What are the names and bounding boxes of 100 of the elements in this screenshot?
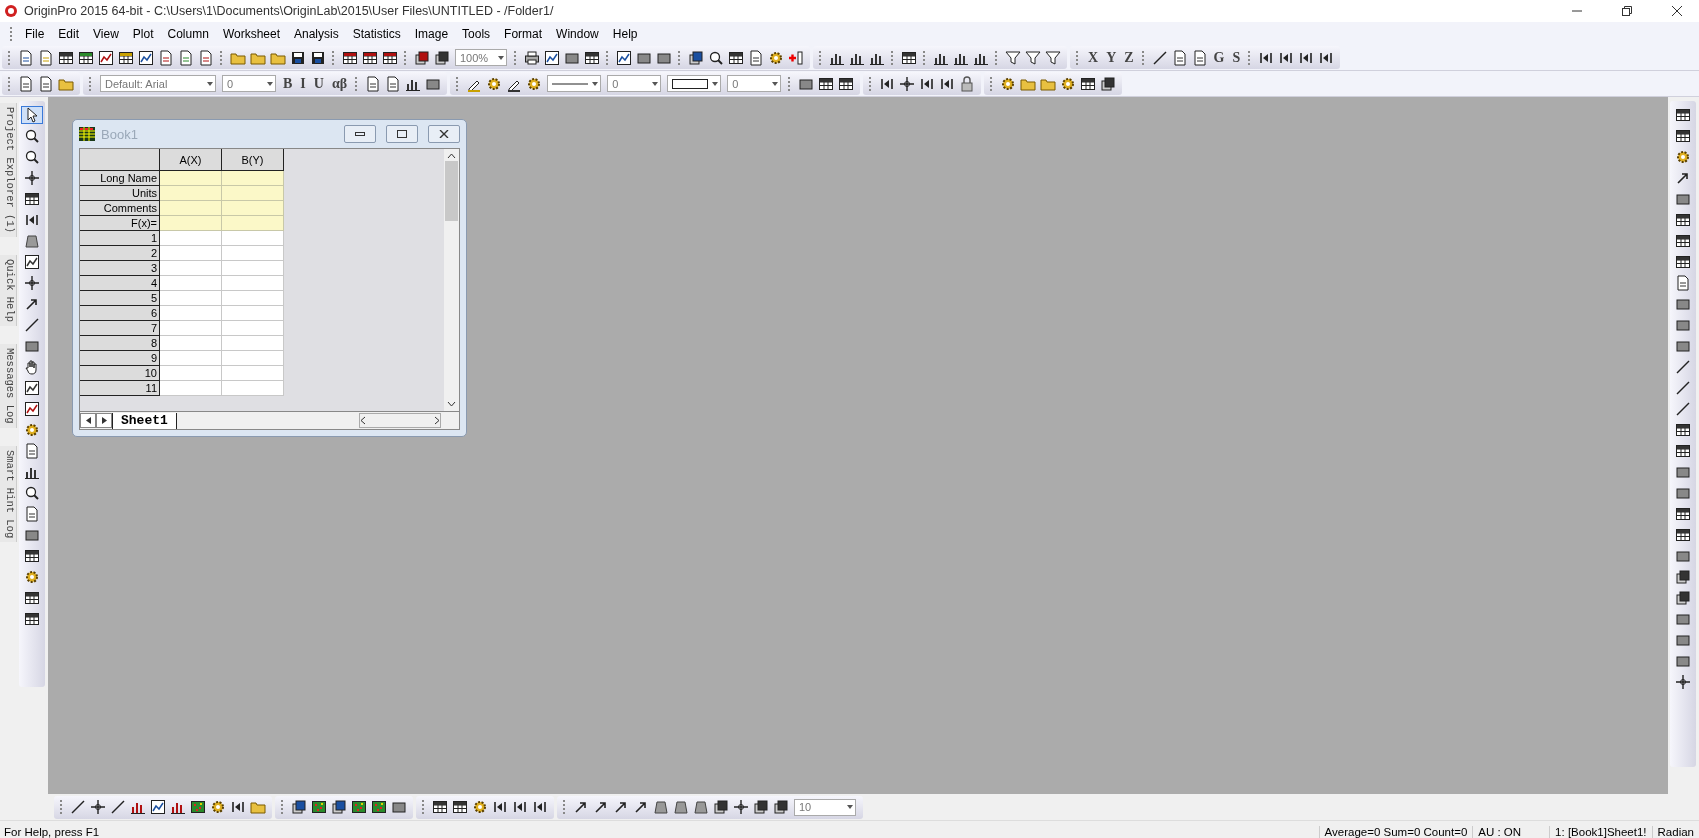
cross-icon[interactable] (24, 275, 40, 291)
label-cell[interactable] (160, 186, 222, 201)
filter-icon[interactable] (1025, 49, 1041, 66)
rect-icon[interactable] (391, 799, 407, 815)
side-panel-tab[interactable]: Messages Log (0, 344, 17, 428)
table-cell[interactable] (160, 321, 222, 336)
save-icon[interactable] (310, 49, 326, 66)
gear-icon[interactable] (526, 75, 543, 92)
font-dropdown[interactable]: Default: Arial (100, 75, 216, 92)
rect-icon[interactable] (1675, 611, 1691, 627)
line-icon[interactable] (1151, 49, 1168, 66)
label-cell[interactable] (222, 186, 284, 201)
layers-icon[interactable] (1100, 75, 1117, 92)
cross-icon[interactable] (1675, 674, 1691, 690)
menu-item[interactable]: Format (497, 24, 550, 43)
table-cell[interactable] (222, 306, 284, 321)
step-icon[interactable] (24, 212, 40, 228)
chart-icon[interactable] (544, 49, 560, 66)
line-icon[interactable] (1675, 401, 1691, 417)
triangle-left-icon[interactable] (85, 417, 91, 424)
rect-icon[interactable] (1675, 317, 1691, 333)
layers-icon[interactable] (414, 49, 430, 66)
table-cell[interactable] (160, 291, 222, 306)
rect-icon[interactable] (1675, 191, 1691, 207)
chart-icon[interactable] (24, 401, 40, 417)
layers-icon[interactable] (713, 799, 729, 815)
grid-icon[interactable] (24, 191, 40, 207)
cross-icon[interactable] (899, 75, 916, 92)
layers-icon[interactable] (773, 799, 789, 815)
doc-icon[interactable] (178, 49, 194, 66)
chart-icon[interactable] (24, 380, 40, 396)
grid-icon[interactable] (118, 49, 134, 66)
layers-icon[interactable] (1675, 569, 1691, 585)
rect-icon[interactable] (1675, 632, 1691, 648)
line-icon[interactable] (110, 799, 126, 815)
cross-icon[interactable] (90, 799, 106, 815)
tab-left-button[interactable] (80, 413, 96, 428)
table-cell[interactable] (160, 381, 222, 396)
border-width-dropdown[interactable]: 0 (727, 75, 782, 92)
grid-icon[interactable] (901, 49, 917, 66)
arrow-icon[interactable] (1675, 170, 1691, 186)
table-cell[interactable] (160, 306, 222, 321)
grid-icon[interactable] (78, 49, 94, 66)
gear-icon[interactable] (1675, 149, 1691, 165)
set-column-button[interactable]: Z (1120, 49, 1138, 66)
table-cell[interactable] (222, 336, 284, 351)
gear-icon[interactable] (210, 799, 226, 815)
menu-item[interactable]: Statistics (345, 24, 408, 43)
label-cell[interactable] (160, 216, 222, 231)
grid-icon[interactable] (24, 611, 40, 627)
shape-icon[interactable] (653, 799, 669, 815)
set-group-button[interactable]: S (1228, 49, 1245, 66)
layers-icon[interactable] (688, 49, 704, 66)
size-dropdown[interactable]: 10 (794, 798, 856, 816)
gear-icon[interactable] (1000, 75, 1017, 92)
grid-icon[interactable] (24, 548, 40, 564)
rect-icon[interactable] (1675, 464, 1691, 480)
vertical-scrollbar[interactable] (444, 149, 459, 411)
horizontal-scrollbar[interactable] (359, 413, 441, 428)
rect-icon[interactable] (24, 527, 40, 543)
cursor-icon[interactable] (24, 107, 40, 123)
menu-item[interactable]: Edit (51, 24, 87, 43)
grid-icon[interactable] (728, 49, 744, 66)
grid-icon[interactable] (818, 75, 835, 92)
doc-icon[interactable] (38, 49, 54, 66)
cross-icon[interactable] (24, 170, 40, 186)
layers-icon[interactable] (434, 49, 450, 66)
doc-icon[interactable] (1191, 49, 1208, 66)
arrow-icon[interactable] (573, 799, 589, 815)
rect-icon[interactable] (1675, 296, 1691, 312)
zoom-icon[interactable] (708, 49, 724, 66)
chart-icon[interactable] (98, 49, 114, 66)
grid-icon[interactable] (432, 799, 448, 815)
table-cell[interactable] (222, 291, 284, 306)
doc-icon[interactable] (1675, 275, 1691, 291)
filter-icon[interactable] (1045, 49, 1061, 66)
chart-icon[interactable] (616, 49, 632, 66)
table-cell[interactable] (222, 321, 284, 336)
grid-icon[interactable] (1675, 527, 1691, 543)
scroll-down-icon[interactable] (447, 401, 456, 407)
menu-item[interactable]: View (86, 24, 126, 43)
gear-icon[interactable] (472, 799, 488, 815)
zoom-icon[interactable] (24, 149, 40, 165)
zoom-icon[interactable] (24, 485, 40, 501)
table-cell[interactable] (222, 231, 284, 246)
set-column-button[interactable]: X (1084, 49, 1103, 66)
grid-icon[interactable] (58, 49, 74, 66)
side-panel-tab[interactable]: Quick Help (0, 255, 17, 327)
column-header[interactable]: B(Y) (222, 149, 284, 171)
doc-icon[interactable] (24, 506, 40, 522)
label-cell[interactable] (222, 201, 284, 216)
table-cell[interactable] (222, 381, 284, 396)
grid-icon[interactable] (1675, 443, 1691, 459)
table-cell[interactable] (160, 366, 222, 381)
sheet-tab[interactable]: Sheet1 (112, 412, 177, 429)
arrow-icon[interactable] (24, 296, 40, 312)
line-icon[interactable] (24, 317, 40, 333)
step-icon[interactable] (492, 799, 508, 815)
table-cell[interactable] (160, 231, 222, 246)
table-cell[interactable] (222, 351, 284, 366)
